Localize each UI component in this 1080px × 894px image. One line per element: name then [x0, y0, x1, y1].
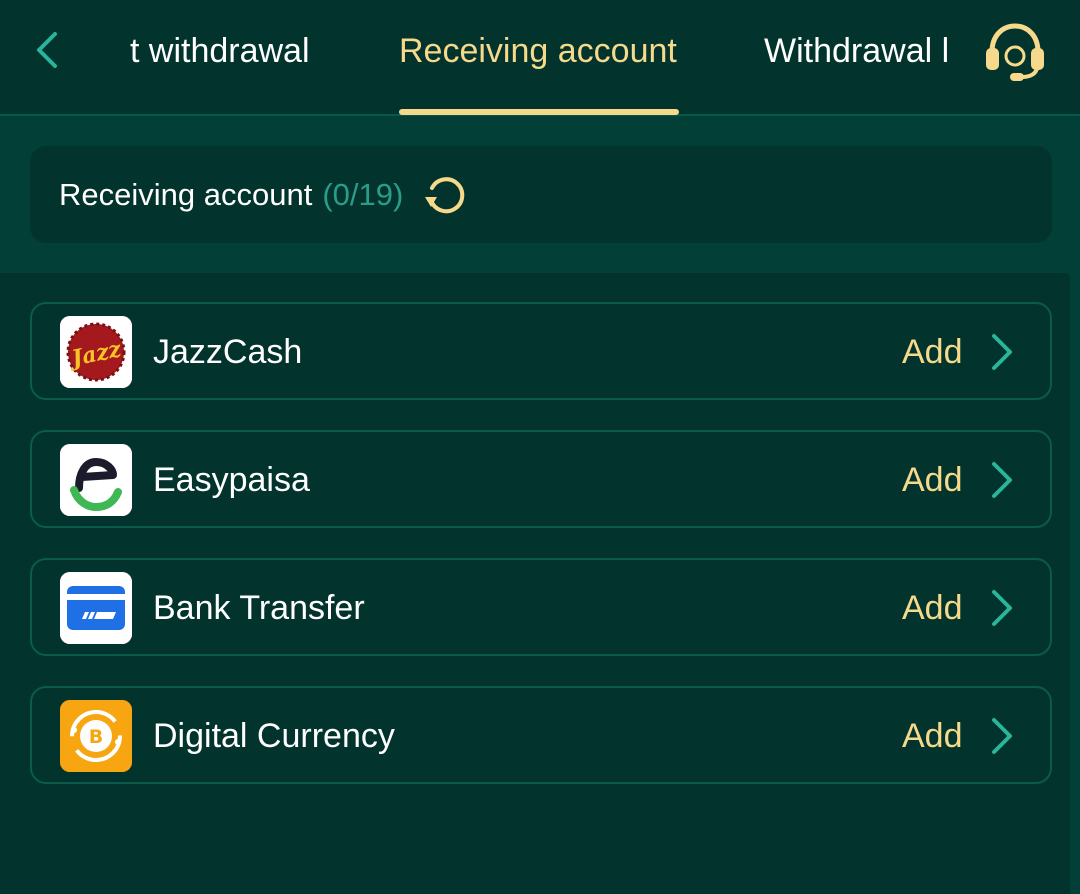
- method-name-digital-currency: Digital Currency: [153, 717, 395, 755]
- tab-withdrawal[interactable]: t withdrawal: [130, 26, 310, 76]
- refresh-button[interactable]: [423, 173, 467, 217]
- top-navigation-bar: t withdrawal Receiving account Withdrawa…: [0, 0, 1080, 116]
- method-row-easypaisa[interactable]: Easypaisa Add: [30, 430, 1052, 528]
- chevron-right-icon: [992, 590, 1012, 626]
- method-name-easypaisa: Easypaisa: [153, 461, 310, 499]
- method-row-bank-transfer[interactable]: Bank Transfer Add: [30, 558, 1052, 656]
- add-jazzcash-button[interactable]: Add: [902, 328, 963, 376]
- chevron-left-icon: [37, 32, 57, 68]
- add-bank-transfer-button[interactable]: Add: [902, 584, 963, 632]
- method-name-jazzcash: JazzCash: [153, 333, 303, 371]
- jazzcash-logo: Jazz: [60, 316, 132, 388]
- method-row-digital-currency[interactable]: B Digital Currency Add: [30, 686, 1052, 784]
- chevron-right-icon: [992, 334, 1012, 370]
- add-digital-currency-button[interactable]: Add: [902, 712, 963, 760]
- method-row-jazzcash[interactable]: Jazz JazzCash Add: [30, 302, 1052, 400]
- headset-icon: [986, 23, 1044, 81]
- add-easypaisa-button[interactable]: Add: [902, 456, 963, 504]
- customer-support-button[interactable]: [982, 20, 1048, 82]
- tab-withdrawal-records[interactable]: Withdrawal l: [764, 26, 952, 76]
- svg-text:B: B: [89, 726, 103, 748]
- easypaisa-logo: [60, 444, 132, 516]
- bank-card-icon: [60, 572, 132, 644]
- active-tab-indicator: [399, 109, 679, 115]
- account-count: (0/19): [322, 176, 404, 212]
- back-button[interactable]: [22, 26, 70, 74]
- receiving-account-summary: Receiving account (0/19): [30, 146, 1052, 243]
- refresh-icon: [425, 176, 465, 213]
- payment-methods-panel: Jazz JazzCash Add Easypaisa Add Bank Tra…: [0, 273, 1070, 894]
- method-name-bank-transfer: Bank Transfer: [153, 589, 365, 627]
- chevron-right-icon: [992, 462, 1012, 498]
- summary-title: Receiving account: [59, 176, 313, 212]
- tab-receiving-account[interactable]: Receiving account: [399, 26, 677, 76]
- bitcoin-icon: B: [60, 700, 132, 772]
- chevron-right-icon: [992, 718, 1012, 754]
